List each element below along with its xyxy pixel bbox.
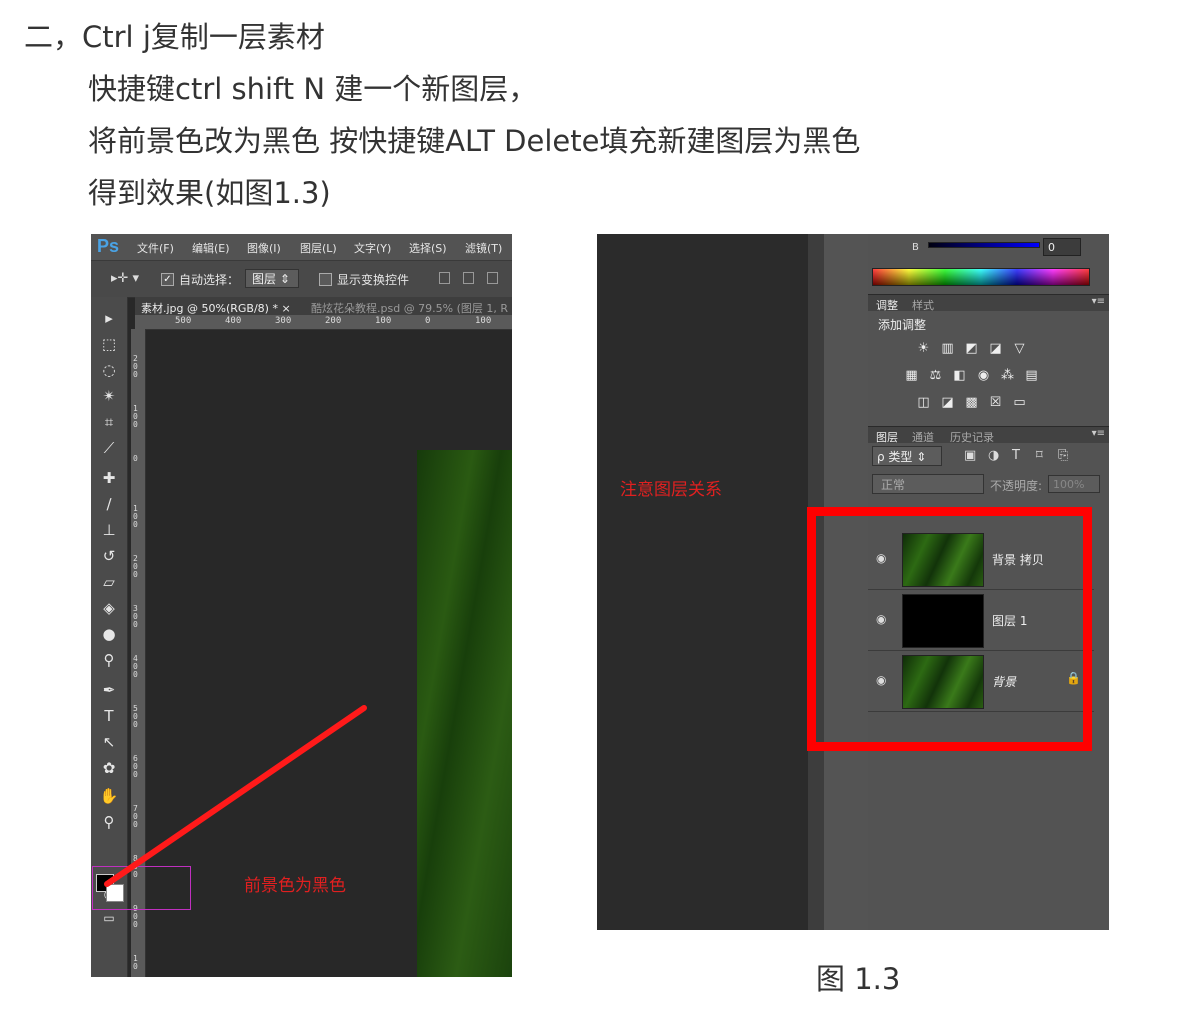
color-lookup-icon[interactable]: ▤ [1024, 368, 1039, 383]
opacity-label: 不透明度: [990, 479, 1043, 493]
opacity-input[interactable]: 100% [1048, 475, 1100, 493]
filter-smart-object-icon[interactable]: ⎘ [1058, 448, 1068, 463]
photoshop-workspace-screenshot: Ps 文件(F) 编辑(E) 图像(I) 图层(L) 文字(Y) 选择(S) 滤… [91, 234, 512, 977]
step-instruction-new-layer: 快捷键ctrl shift N 建一个新图层， [88, 72, 538, 106]
panel-menu-icon[interactable]: ▾≡ [1092, 428, 1105, 439]
photo-filter-icon[interactable]: ◉ [976, 368, 991, 383]
step-instruction-fill-black: 将前景色改为黑色 按快捷键ALT Delete填充新建图层为黑色 [88, 124, 861, 158]
filter-shape-icon[interactable]: ⌑ [1036, 448, 1043, 463]
tab-layers[interactable]: 图层 [876, 429, 898, 445]
blend-mode-value: 正常 [881, 478, 906, 492]
blue-channel-slider[interactable] [928, 242, 1040, 248]
selective-color-icon[interactable]: ☒ [988, 395, 1003, 410]
figure-caption: 图 1.3 [816, 962, 901, 996]
tab-history[interactable]: 历史记录 [950, 429, 994, 445]
blue-channel-value[interactable]: 0 [1043, 238, 1081, 256]
layers-tab-bar: 图层 通道 历史记录 ▾≡ [868, 426, 1109, 445]
vibrance-icon[interactable]: ▽ [1012, 341, 1027, 356]
posterize-icon[interactable]: ◪ [940, 395, 955, 410]
red-arrow [104, 705, 367, 887]
filter-pixel-icon[interactable]: ▣ [964, 448, 976, 463]
threshold-icon[interactable]: ▩ [964, 395, 979, 410]
filter-type-icon[interactable]: T [1012, 448, 1020, 463]
photoshop-layers-screenshot: B 0 调整 样式 ▾≡ 添加调整 ☀ ▥ ◩ ◪ ▽ ▦ ⚖ ◧ ◉ ⁂ ▤ … [597, 234, 1109, 930]
step-heading: 二，Ctrl j复制一层素材 [24, 20, 325, 54]
add-adjustment-label: 添加调整 [878, 318, 927, 332]
color-balance-icon[interactable]: ⚖ [928, 368, 943, 383]
adjustments-tab-bar: 调整 样式 ▾≡ [868, 294, 1109, 313]
layer-filter-dropdown[interactable]: ρ 类型 ⇕ [872, 446, 942, 466]
hue-saturation-icon[interactable]: ▦ [904, 368, 919, 383]
step-result-note: 得到效果(如图1.3) [88, 176, 331, 210]
channel-mixer-icon[interactable]: ⁂ [1000, 368, 1015, 383]
filter-adjustment-icon[interactable]: ◑ [988, 448, 999, 463]
curves-icon[interactable]: ◩ [964, 341, 979, 356]
layer-filter-value: ρ 类型 [877, 450, 913, 464]
layer-relation-note: 注意图层关系 [620, 480, 722, 500]
tab-adjustments[interactable]: 调整 [876, 297, 898, 313]
invert-icon[interactable]: ◫ [916, 395, 931, 410]
blue-channel-label: B [912, 242, 919, 253]
gradient-map-icon[interactable]: ▭ [1012, 395, 1027, 410]
blend-mode-dropdown[interactable]: 正常 [872, 474, 984, 494]
panel-menu-icon[interactable]: ▾≡ [1092, 296, 1105, 307]
brightness-icon[interactable]: ☀ [916, 341, 931, 356]
tab-styles[interactable]: 样式 [912, 297, 934, 313]
layers-highlight-box [807, 507, 1092, 751]
black-white-icon[interactable]: ◧ [952, 368, 967, 383]
color-spectrum-bar[interactable] [872, 268, 1090, 286]
levels-icon[interactable]: ▥ [940, 341, 955, 356]
exposure-icon[interactable]: ◪ [988, 341, 1003, 356]
foreground-black-note: 前景色为黑色 [244, 876, 346, 896]
tab-channels[interactable]: 通道 [912, 429, 934, 445]
